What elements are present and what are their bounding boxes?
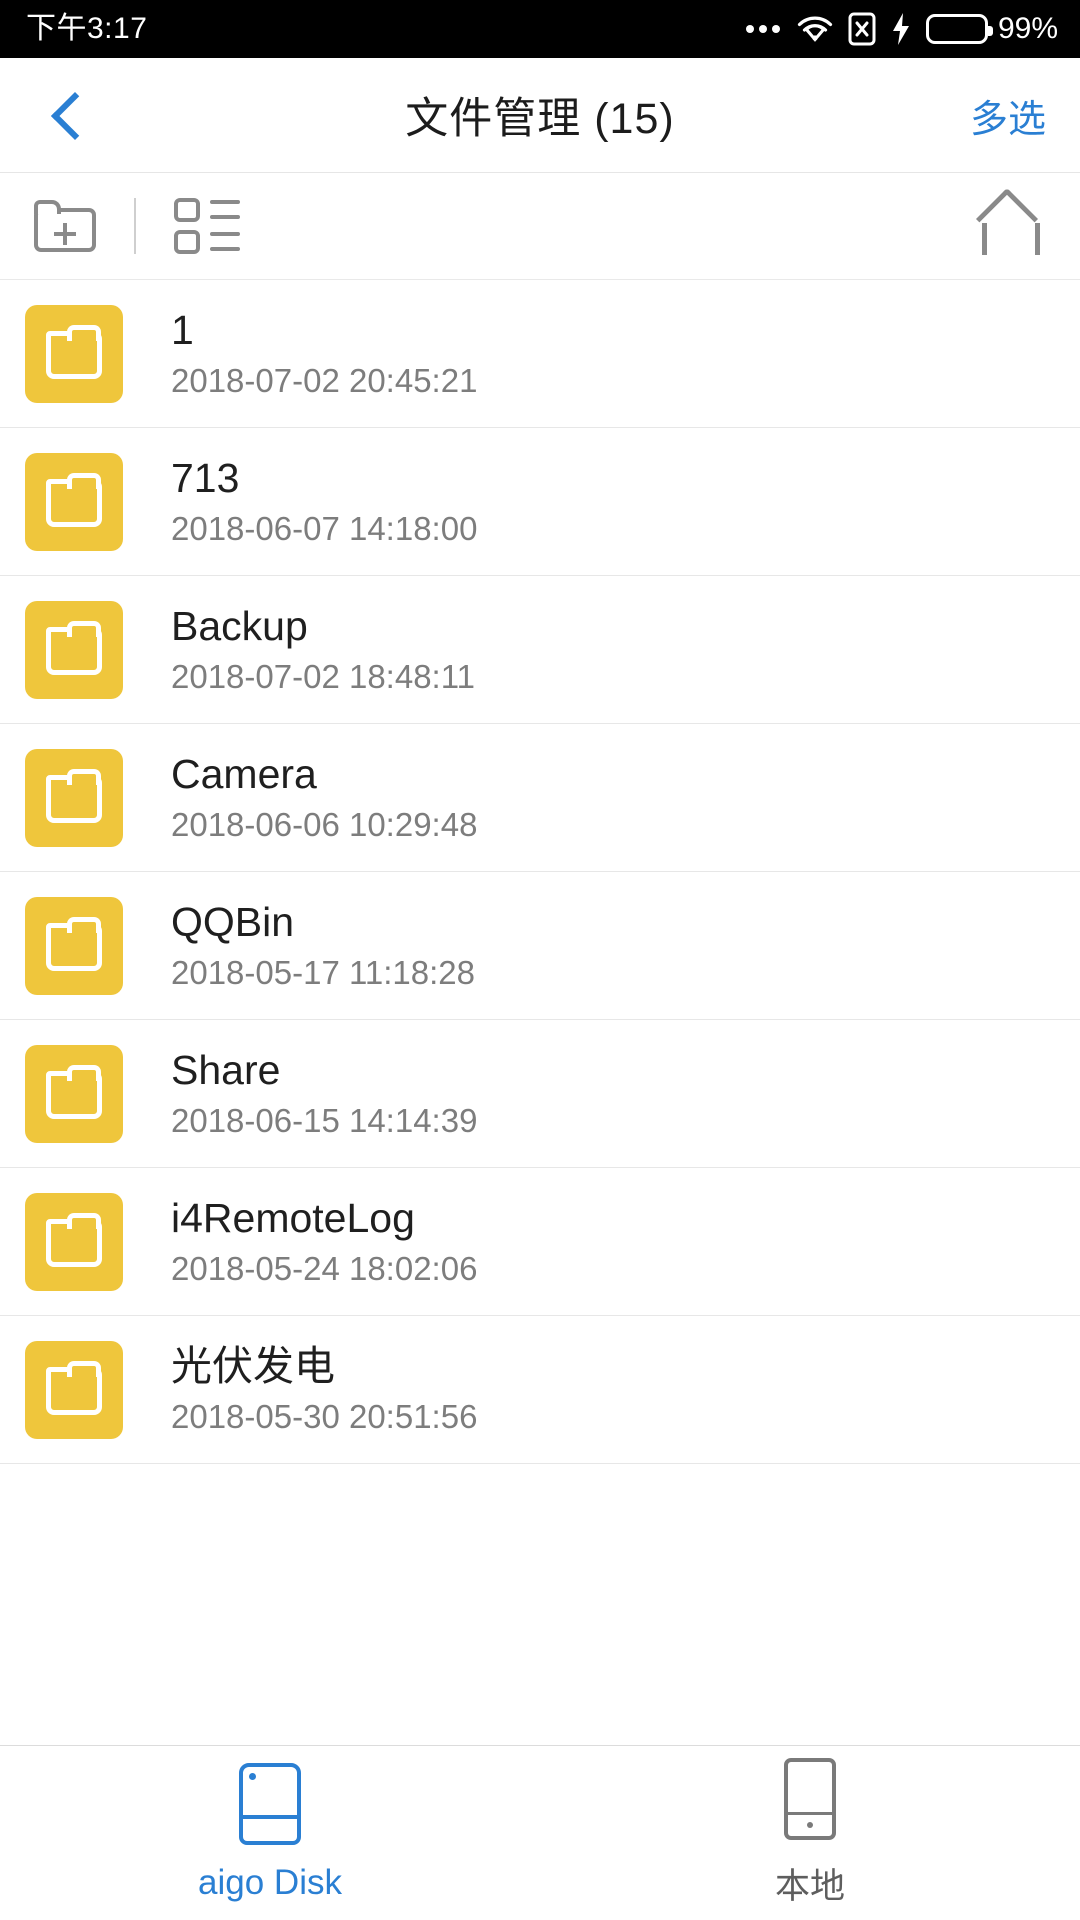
list-item[interactable]: Share 2018-06-15 14:14:39	[0, 1020, 1080, 1168]
charging-bolt-icon	[892, 13, 909, 45]
tab-label: 本地	[774, 1866, 845, 1906]
file-manager-screen: 下午3:17 99% 文件管理 (15) 多选 1 2018-07-02 20:…	[0, 0, 1080, 1920]
folder-icon	[25, 1341, 123, 1439]
file-date: 2018-06-06 10:29:48	[171, 806, 478, 844]
battery-percent: 99%	[997, 12, 1058, 45]
tab-label: aigo Disk	[198, 1863, 342, 1902]
file-name: Camera	[171, 751, 317, 798]
toolbar-divider	[134, 198, 136, 254]
file-toolbar	[0, 173, 1080, 280]
file-date: 2018-07-02 18:48:11	[171, 658, 475, 696]
list-view-icon	[174, 198, 240, 254]
file-name: Share	[171, 1047, 281, 1094]
folder-icon	[25, 305, 123, 403]
file-name: i4RemoteLog	[171, 1195, 415, 1242]
file-date: 2018-05-30 20:51:56	[171, 1398, 478, 1436]
file-name: 光伏发电	[171, 1343, 335, 1390]
status-time: 下午3:17	[26, 12, 148, 45]
file-name: Backup	[171, 603, 308, 650]
file-name: 1	[171, 307, 194, 354]
more-dots-icon	[745, 25, 780, 33]
list-item[interactable]: 1 2018-07-02 20:45:21	[0, 280, 1080, 428]
page-title: 文件管理 (15)	[405, 95, 675, 143]
usb-disk-icon	[239, 1763, 301, 1845]
folder-icon	[25, 897, 123, 995]
home-button[interactable]	[975, 187, 1044, 255]
file-name: QQBin	[171, 899, 295, 946]
phone-icon	[784, 1757, 836, 1840]
back-button[interactable]	[0, 58, 140, 173]
file-date: 2018-07-02 20:45:21	[171, 362, 478, 400]
bottom-tab-bar: aigo Disk 本地	[0, 1745, 1080, 1920]
list-item[interactable]: Backup 2018-07-02 18:48:11	[0, 576, 1080, 724]
file-name: 713	[171, 455, 240, 502]
file-list[interactable]: 1 2018-07-02 20:45:21 713 2018-06-07 14:…	[0, 280, 1080, 1745]
multi-select-button[interactable]: 多选	[970, 58, 1046, 173]
folder-icon	[25, 453, 123, 551]
app-header: 文件管理 (15) 多选	[0, 58, 1080, 173]
file-date: 2018-06-07 14:18:00	[171, 510, 478, 548]
status-icons: 99%	[745, 12, 1058, 46]
list-item[interactable]: Camera 2018-06-06 10:29:48	[0, 724, 1080, 872]
battery-icon	[925, 14, 993, 44]
back-chevron-icon	[50, 91, 100, 140]
list-item[interactable]: 光伏发电 2018-05-30 20:51:56	[0, 1316, 1080, 1464]
status-bar: 下午3:17 99%	[0, 0, 1080, 58]
file-date: 2018-05-24 18:02:06	[171, 1250, 478, 1288]
folder-icon	[25, 1045, 123, 1143]
list-item[interactable]: 713 2018-06-07 14:18:00	[0, 428, 1080, 576]
new-folder-icon	[34, 200, 96, 252]
wifi-icon	[797, 16, 833, 42]
list-item[interactable]: QQBin 2018-05-17 11:18:28	[0, 872, 1080, 1020]
new-folder-button[interactable]	[34, 200, 96, 252]
folder-icon	[25, 601, 123, 699]
tab-aigo-disk[interactable]: aigo Disk	[0, 1763, 540, 1903]
tab-local[interactable]: 本地	[540, 1757, 1080, 1909]
list-view-button[interactable]	[174, 198, 240, 254]
folder-icon	[25, 1193, 123, 1291]
file-date: 2018-05-17 11:18:28	[171, 954, 475, 992]
home-icon	[975, 187, 1044, 255]
sim-disabled-icon	[848, 12, 876, 46]
file-date: 2018-06-15 14:14:39	[171, 1102, 478, 1140]
list-item[interactable]: i4RemoteLog 2018-05-24 18:02:06	[0, 1168, 1080, 1316]
folder-icon	[25, 749, 123, 847]
